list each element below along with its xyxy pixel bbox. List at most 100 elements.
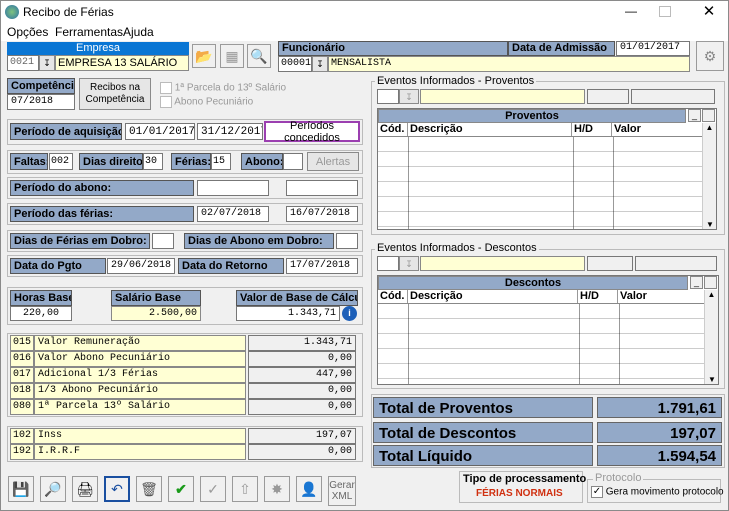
scroll-down-icon[interactable]: ▼ [705, 375, 719, 384]
proventos-col-hd: H/D [572, 123, 612, 136]
descontos-minimize-icon[interactable]: _ [690, 276, 703, 289]
admissao-label: Data de Admissão [508, 41, 615, 56]
recibos-button[interactable]: Recibos na Competência [79, 78, 151, 110]
pgto-value[interactable]: 29/06/2018 [107, 258, 175, 274]
descontos-scrollbar[interactable]: ▲ ▼ [704, 290, 718, 384]
base-calculo-value[interactable]: 1.343,71 [236, 306, 340, 321]
scroll-down-icon[interactable]: ▼ [703, 220, 717, 229]
evento-code: 080 [10, 399, 34, 415]
company-data-icon[interactable]: ▦ [220, 44, 244, 68]
menu-opcoes[interactable]: Opções [7, 25, 48, 39]
protocolo-check-box[interactable]: ✓ [591, 486, 603, 498]
user-search-icon[interactable]: 👤 [296, 476, 322, 502]
horas-base-label: Horas Base [10, 290, 72, 306]
close-button[interactable]: ✕ [699, 2, 719, 20]
periodo-ferias-end[interactable]: 16/07/2018 [286, 206, 358, 222]
abono-value[interactable] [283, 153, 303, 170]
empresa-name[interactable]: EMPRESA 13 SALÁRIO [55, 55, 189, 71]
star-icon[interactable]: ✸ [264, 476, 290, 502]
menu-ajuda[interactable]: Ajuda [123, 25, 154, 39]
menu-ferramentas[interactable]: Ferramentas [55, 25, 123, 39]
funcionario-name[interactable]: MENSALISTA [328, 56, 690, 72]
admissao-value[interactable]: 01/01/2017 [616, 41, 690, 56]
descontos-code-input[interactable] [377, 256, 399, 271]
proventos-col-cod: Cód. [378, 123, 408, 136]
descontos-grid: Descontos _ Cód. Descrição H/D Valor ▲ ▼ [377, 275, 719, 385]
total-proventos-label: Total de Proventos [373, 397, 593, 418]
maximize-button[interactable] [659, 6, 671, 17]
open-folder-icon[interactable]: 📂 [192, 44, 216, 68]
window-title: Recibo de Férias [23, 5, 114, 19]
direito-value[interactable]: 30 [143, 153, 163, 170]
abono-box[interactable] [160, 96, 172, 108]
salario-base-value[interactable]: 2.500,00 [111, 306, 201, 321]
proventos-valor-input[interactable] [631, 89, 715, 104]
gerar-xml-button[interactable]: Gerar XML [328, 476, 356, 506]
proventos-hd-input[interactable] [587, 89, 629, 104]
funcionario-code[interactable]: 00001 [278, 56, 312, 72]
proventos-minimize-icon[interactable]: _ [688, 109, 701, 122]
proventos-col-valor: Valor [614, 123, 641, 135]
horas-base-value[interactable]: 220,00 [10, 306, 72, 321]
total-descontos-value: 197,07 [597, 422, 722, 443]
evento-code: 016 [10, 351, 34, 367]
competencia-value[interactable]: 07/2018 [7, 94, 75, 110]
search-doc-icon[interactable]: 🔍 [247, 44, 271, 68]
undo-icon[interactable]: ↶ [104, 476, 130, 502]
funcionario-lookup-button[interactable]: ↧ [312, 56, 328, 72]
info-icon[interactable]: i [342, 306, 357, 321]
desconto-value: 197,07 [248, 428, 356, 444]
alertas-button[interactable]: Alertas [307, 152, 359, 171]
protocolo-checkbox[interactable]: ✓ Gera movimento protocolo [591, 486, 724, 498]
ferias-value[interactable]: 15 [211, 153, 231, 170]
descontos-grid-title: Descontos [378, 276, 688, 290]
periodo-abono-start[interactable] [197, 180, 269, 196]
proventos-restore-icon[interactable] [702, 109, 715, 122]
proventos-code-input[interactable] [377, 89, 399, 104]
delete-icon[interactable]: 🗑 [136, 476, 162, 502]
print-icon[interactable]: 🖨 [72, 476, 98, 502]
parcela13-box[interactable] [160, 82, 172, 94]
empresa-code[interactable]: 0021 [7, 55, 39, 71]
proventos-desc-input[interactable] [420, 89, 585, 104]
aquisicao-end[interactable]: 31/12/2017 [197, 123, 263, 140]
descontos-lookup-button[interactable]: ↧ [399, 256, 419, 271]
funcionario-label: Funcionário [278, 41, 508, 56]
scroll-up-icon[interactable]: ▲ [703, 123, 716, 132]
proventos-lookup-button[interactable]: ↧ [399, 89, 419, 104]
scroll-up-icon[interactable]: ▲ [705, 290, 718, 299]
export-icon[interactable]: ⇧ [232, 476, 258, 502]
abono-checkbox[interactable]: Abono Pecuniário [160, 96, 253, 108]
ferias-dobro-value[interactable] [152, 233, 174, 249]
descontos-valor-input[interactable] [635, 256, 717, 271]
periodo-abono-end[interactable] [286, 180, 358, 196]
desconto-desc: Inss [34, 428, 246, 444]
evento-code: 018 [10, 383, 34, 399]
faltas-value[interactable]: 002 [49, 153, 73, 170]
evento-value: 0,00 [248, 383, 356, 399]
confirm-icon[interactable]: ✔ [168, 476, 194, 502]
abono-dobro-value[interactable] [336, 233, 358, 249]
periodos-concedidos-button[interactable]: Períodos concedidos [264, 120, 360, 144]
minimize-button[interactable]: — [621, 4, 641, 18]
search-icon[interactable]: 🔎 [40, 476, 66, 502]
settings-icon[interactable]: ⚙ [696, 41, 724, 71]
retorno-value[interactable]: 17/07/2018 [286, 258, 358, 274]
evento-desc: Valor Remuneração [34, 335, 246, 351]
descontos-desc-input[interactable] [420, 256, 585, 271]
periodo-ferias-start[interactable]: 02/07/2018 [197, 206, 269, 222]
evento-row: 080 1ª Parcela 13º Salário 0,00 [10, 399, 360, 415]
abono-label: Abono: [241, 153, 283, 170]
empresa-lookup-button[interactable]: ↧ [39, 55, 55, 71]
descontos-list: 102 Inss 197,07 192 I.R.R.F 0,00 [10, 428, 360, 460]
evento-desc: Adicional 1/3 Férias [34, 367, 246, 383]
proventos-grid-header: Cód. Descrição H/D Valor [378, 123, 716, 137]
aquisicao-start[interactable]: 01/01/2017 [125, 123, 195, 140]
parcela13-checkbox[interactable]: 1ª Parcela do 13º Salário [160, 82, 286, 94]
confirm-disabled-icon[interactable]: ✓ [200, 476, 226, 502]
faltas-label: Faltas: [10, 153, 48, 170]
proventos-scrollbar[interactable]: ▲ ▼ [702, 123, 716, 229]
save-icon[interactable]: 💾 [8, 476, 34, 502]
descontos-hd-input[interactable] [587, 256, 633, 271]
descontos-restore-icon[interactable] [704, 276, 717, 289]
